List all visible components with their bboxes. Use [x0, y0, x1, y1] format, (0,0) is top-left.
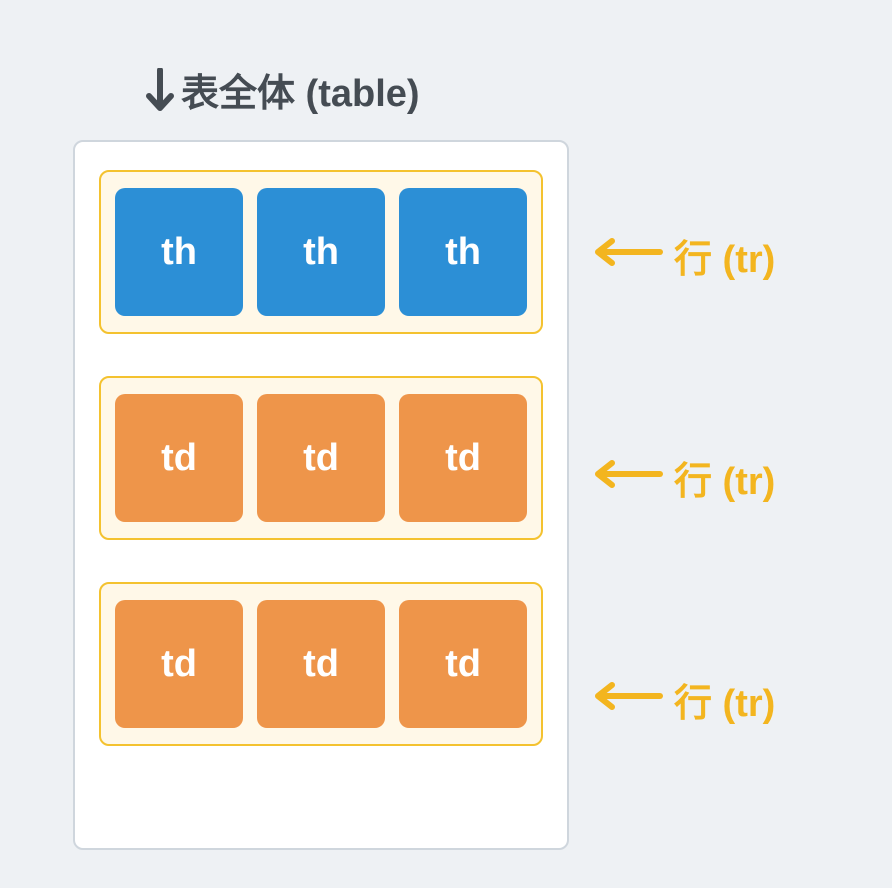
down-arrow-icon [145, 68, 175, 112]
td-cell: td [257, 600, 385, 728]
left-arrow-icon [592, 234, 664, 277]
title-text: 表全体 (table) [181, 62, 420, 117]
th-cell: th [399, 188, 527, 316]
row-label: 行 (tr) [592, 450, 775, 505]
th-cell: th [115, 188, 243, 316]
td-cell: td [399, 600, 527, 728]
row-label-text: 行 (tr) [674, 672, 775, 727]
td-cell: td [257, 394, 385, 522]
td-cell: td [399, 394, 527, 522]
table-row: td td td [99, 582, 543, 746]
row-label-text: 行 (tr) [674, 450, 775, 505]
left-arrow-icon [592, 678, 664, 721]
table-container: th th th td td td td td td [73, 140, 569, 850]
diagram-title: 表全体 (table) [145, 62, 420, 117]
row-label-text: 行 (tr) [674, 228, 775, 283]
td-cell: td [115, 394, 243, 522]
row-label: 行 (tr) [592, 672, 775, 727]
left-arrow-icon [592, 456, 664, 499]
table-row: th th th [99, 170, 543, 334]
td-cell: td [115, 600, 243, 728]
row-label: 行 (tr) [592, 228, 775, 283]
th-cell: th [257, 188, 385, 316]
table-row: td td td [99, 376, 543, 540]
